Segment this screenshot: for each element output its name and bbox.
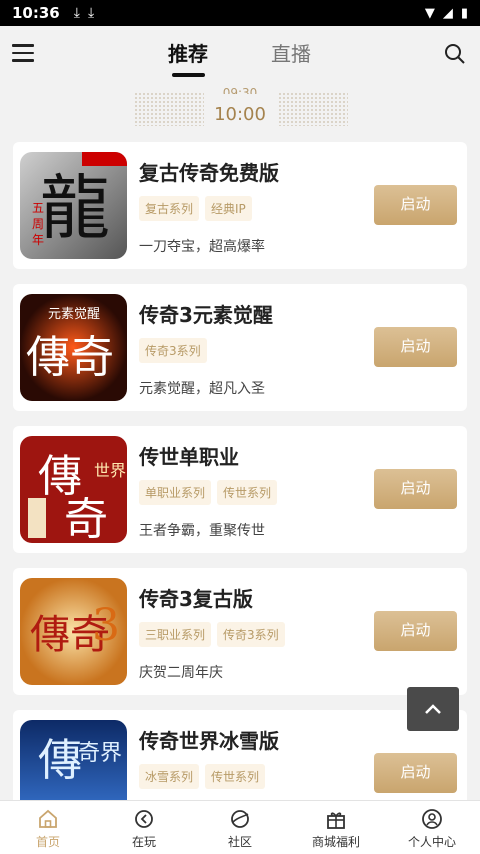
game-icon-image: 傳奇 3 (20, 578, 127, 685)
tag-list: 三职业系列 传奇3系列 (139, 622, 285, 647)
tab-indicator (172, 73, 205, 77)
menu-icon[interactable] (12, 44, 34, 64)
game-icon-image: 傳奇 元素觉醒 (20, 294, 127, 401)
game-tag: 传世系列 (217, 480, 278, 505)
game-tag: 经典IP (205, 196, 252, 221)
game-title: 传世单职业 (139, 445, 239, 469)
launch-button[interactable]: 启动 (374, 327, 457, 367)
game-card[interactable]: 傳奇 3 传奇3复古版 三职业系列 传奇3系列 庆贺二周年庆 启动 (13, 568, 467, 695)
launch-button[interactable]: 启动 (374, 185, 457, 225)
badge-text: 五 (32, 201, 44, 215)
game-icon-image: 龍 五 周 年 (20, 152, 127, 259)
top-bar: 推荐 直播 (0, 26, 480, 84)
game-card[interactable]: 傳奇 元素觉醒 传奇3元素觉醒 传奇3系列 元素觉醒，超凡入圣 启动 (13, 284, 467, 411)
game-tag: 复古系列 (139, 196, 200, 221)
home-icon (39, 809, 57, 828)
nav-label: 商城福利 (311, 835, 360, 849)
nav-community[interactable]: 社区 (192, 801, 288, 854)
wifi-icon: ▼ (424, 5, 435, 21)
game-description: 庆贺二周年庆 (139, 665, 223, 681)
game-tag: 冰雪系列 (139, 764, 200, 789)
svg-text:龍: 龍 (40, 167, 110, 249)
gift-icon (327, 812, 345, 829)
game-description: 一刀夺宝，超高爆率 (139, 239, 265, 255)
previous-time-slot: 09:30 (222, 86, 258, 94)
svg-text:傳奇: 傳奇 (26, 332, 114, 383)
tag-list: 冰雪系列 传世系列 (139, 764, 266, 789)
nav-home[interactable]: 首页 (0, 801, 96, 854)
svg-text:周: 周 (32, 217, 44, 231)
game-card[interactable]: 龍 五 周 年 复古传奇免费版 复古系列 经典IP 一刀夺宝，超高爆率 启动 (13, 142, 467, 269)
svg-text:奇界: 奇界 (78, 741, 122, 766)
launch-button[interactable]: 启动 (374, 611, 457, 651)
nav-label: 在玩 (131, 835, 156, 849)
battery-icon: ▮ (460, 5, 468, 21)
game-description: 王者争霸，重聚传世 (139, 523, 265, 539)
nav-playing[interactable]: 在玩 (96, 801, 192, 854)
nav-label: 首页 (35, 835, 60, 849)
svg-text:世界: 世界 (94, 461, 126, 480)
download-icon-2: ⤓ (87, 5, 95, 21)
tab-recommend[interactable]: 推荐 (168, 38, 208, 67)
game-tag: 传奇3系列 (139, 338, 207, 363)
game-icon-image: 傳 奇 世界 (20, 436, 127, 543)
svg-text:奇: 奇 (64, 494, 108, 543)
svg-text:3: 3 (92, 600, 120, 651)
tab-live[interactable]: 直播 (271, 38, 311, 67)
status-time: 10:36 (12, 4, 60, 22)
launch-button[interactable]: 启动 (374, 469, 457, 509)
status-bar: 10:36 ⤓ ⤓ ▼ ◢ ▮ (0, 0, 480, 26)
launch-button[interactable]: 启动 (374, 753, 457, 793)
tag-list: 复古系列 经典IP (139, 196, 252, 221)
tag-list: 单职业系列 传世系列 (139, 480, 278, 505)
nav-label: 个人中心 (407, 835, 456, 849)
signal-icon: ◢ (442, 5, 453, 21)
game-tag: 传奇3系列 (217, 622, 285, 647)
svg-text:元素觉醒: 元素觉醒 (48, 307, 100, 322)
download-icon: ⤓ (73, 5, 80, 21)
search-icon[interactable] (444, 43, 466, 65)
game-tag: 传世系列 (205, 764, 266, 789)
community-icon (231, 810, 249, 828)
bottom-nav: 首页 在玩 社区 商城福利 个人中心 (0, 800, 480, 854)
game-tag: 三职业系列 (139, 622, 212, 647)
game-title: 传奇3复古版 (139, 587, 253, 611)
nav-profile[interactable]: 个人中心 (384, 801, 480, 854)
game-description: 元素觉醒，超凡入圣 (139, 381, 265, 397)
playing-icon (135, 810, 153, 828)
game-title: 传奇世界冰雪版 (139, 729, 279, 753)
time-slot-strip: 09:30 10:00 (0, 86, 480, 132)
current-time-slot: 10:00 (214, 104, 266, 125)
chevron-up-icon (425, 704, 441, 714)
tag-list: 传奇3系列 (139, 338, 207, 363)
nav-mall-benefits[interactable]: 商城福利 (288, 801, 384, 854)
game-list: 龍 五 周 年 复古传奇免费版 复古系列 经典IP 一刀夺宝，超高爆率 启动 傳… (13, 142, 467, 852)
svg-text:傳: 傳 (38, 735, 82, 786)
game-title: 传奇3元素觉醒 (139, 303, 273, 327)
back-to-top-button[interactable] (407, 687, 459, 731)
game-card[interactable]: 傳 奇 世界 传世单职业 单职业系列 传世系列 王者争霸，重聚传世 启动 (13, 426, 467, 553)
game-tag: 单职业系列 (139, 480, 212, 505)
nav-label: 社区 (227, 835, 252, 849)
svg-text:年: 年 (32, 233, 44, 247)
game-title: 复古传奇免费版 (139, 161, 279, 185)
user-icon (422, 809, 442, 829)
